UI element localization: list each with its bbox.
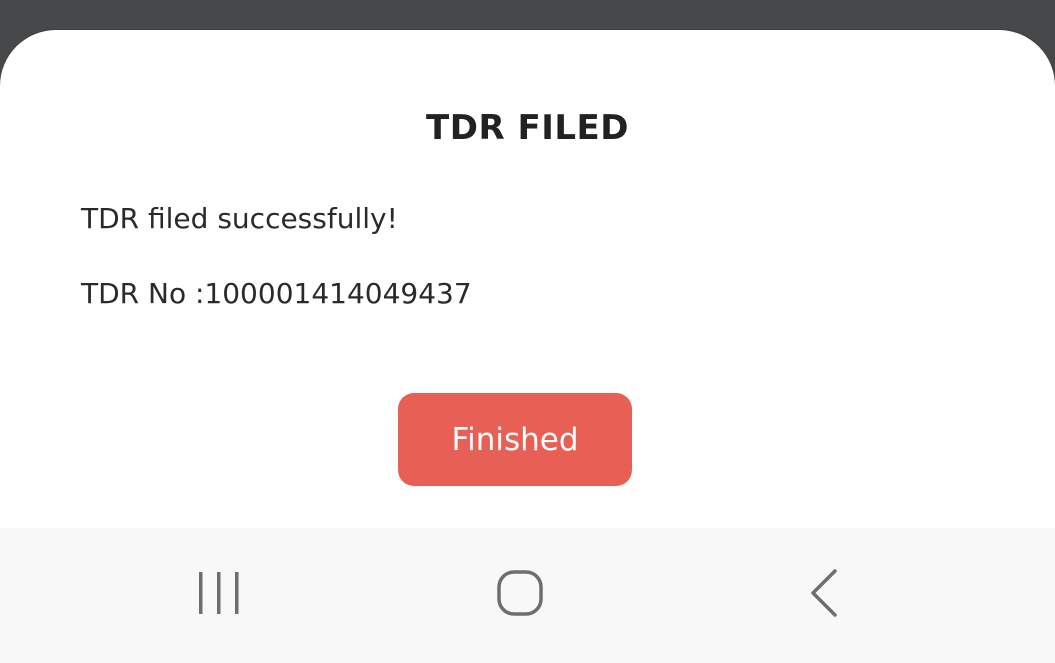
- tdr-filed-dialog: TDR FILED TDR filed successfully! TDR No…: [0, 30, 1055, 528]
- finished-button[interactable]: Finished: [398, 393, 632, 486]
- back-button[interactable]: [779, 558, 869, 628]
- dialog-title: TDR FILED: [426, 108, 629, 148]
- tdr-number: TDR No :100001414049437: [81, 277, 472, 310]
- recents-icon: [199, 572, 239, 614]
- system-navigation-bar: [0, 528, 1055, 663]
- home-button[interactable]: [475, 558, 565, 628]
- recents-button[interactable]: [174, 558, 264, 628]
- success-message: TDR filed successfully!: [81, 202, 398, 235]
- back-icon: [811, 569, 837, 617]
- home-icon: [497, 570, 543, 616]
